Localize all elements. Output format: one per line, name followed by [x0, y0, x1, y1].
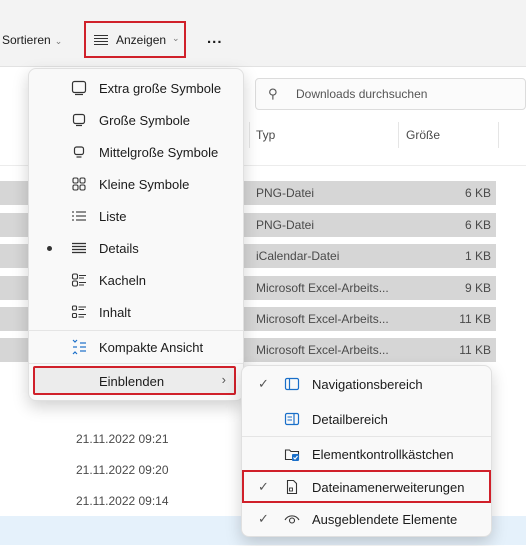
- highlight-frame: [242, 470, 491, 503]
- monitor-icon: [72, 113, 86, 127]
- menu-item-label: Große Symbole: [99, 113, 191, 128]
- show-submenu: ✓ Navigationsbereich Detailbereich Eleme…: [241, 365, 492, 537]
- menu-item-compact-view[interactable]: Kompakte Ansicht: [29, 332, 243, 362]
- file-size: 6 KB: [464, 186, 491, 200]
- file-type: iCalendar-Datei: [256, 249, 340, 263]
- search-placeholder: Downloads durchsuchen: [296, 87, 428, 101]
- file-size: 6 KB: [464, 218, 491, 232]
- check-icon: ✓: [258, 376, 269, 391]
- menu-item-details[interactable]: Details: [29, 233, 243, 263]
- file-size: 11 KB: [459, 312, 491, 326]
- view-menu: Extra große Symbole Große Symbole Mittel…: [28, 68, 244, 401]
- menu-item-list[interactable]: Liste: [29, 201, 243, 231]
- file-date: 21.11.2022 09:21: [76, 432, 169, 446]
- tiles-icon: [71, 273, 86, 287]
- menu-item-show[interactable]: Einblenden ›: [33, 366, 236, 395]
- submenu-item-label: Detailbereich: [312, 412, 388, 427]
- menu-item-label: Einblenden: [99, 374, 165, 389]
- compact-icon: [72, 339, 86, 355]
- chevron-down-icon: ⌄: [172, 33, 180, 43]
- submenu-item-hidden-items[interactable]: ✓ Ausgeblendete Elemente: [242, 504, 491, 534]
- view-lines-icon: [94, 35, 108, 47]
- menu-item-large-icons[interactable]: Große Symbole: [29, 105, 243, 135]
- sort-button[interactable]: Sortieren ⌄: [2, 33, 62, 47]
- grid-icon: [72, 177, 86, 191]
- menu-item-extra-large-icons[interactable]: Extra große Symbole: [29, 73, 243, 103]
- selected-dot-icon: [47, 246, 52, 251]
- file-date: 21.11.2022 09:20: [76, 463, 169, 477]
- file-type: PNG-Datei: [256, 186, 315, 200]
- file-size: 9 KB: [464, 281, 491, 295]
- view-label: Anzeigen: [116, 33, 167, 47]
- menu-item-tiles[interactable]: Kacheln: [29, 265, 243, 295]
- menu-item-label: Kleine Symbole: [99, 177, 190, 192]
- monitor-icon: [73, 146, 85, 158]
- column-divider[interactable]: [398, 122, 399, 148]
- column-divider[interactable]: [498, 122, 499, 148]
- menu-item-label: Extra große Symbole: [99, 81, 222, 96]
- menu-item-label: Kompakte Ansicht: [99, 340, 204, 355]
- menu-divider: [29, 330, 243, 331]
- file-type: PNG-Datei: [256, 218, 315, 232]
- file-date: 21.11.2022 09:14: [76, 494, 169, 508]
- menu-item-label: Inhalt: [99, 305, 131, 320]
- submenu-item-label: Elementkontrollkästchen: [312, 447, 454, 462]
- column-header-type[interactable]: Typ: [256, 128, 275, 142]
- submenu-item-navigation-pane[interactable]: ✓ Navigationsbereich: [242, 369, 491, 399]
- menu-item-content[interactable]: Inhalt: [29, 297, 243, 327]
- details-pane-icon: [284, 412, 300, 426]
- submenu-item-details-pane[interactable]: Detailbereich: [242, 404, 491, 434]
- menu-divider: [242, 436, 491, 437]
- search-icon: ⚲: [268, 86, 278, 101]
- details-icon: [72, 242, 86, 254]
- more-options-button[interactable]: ...: [207, 30, 223, 47]
- menu-item-label: Mittelgroße Symbole: [99, 145, 219, 160]
- eye-icon: [284, 515, 300, 524]
- file-size: 1 KB: [464, 249, 491, 263]
- submenu-item-item-checkboxes[interactable]: Elementkontrollkästchen: [242, 439, 491, 469]
- sort-label: Sortieren: [2, 33, 51, 47]
- chevron-right-icon: ›: [221, 372, 226, 387]
- file-type: Microsoft Excel-Arbeits...: [256, 312, 389, 326]
- menu-divider: [29, 363, 243, 364]
- file-type: Microsoft Excel-Arbeits...: [256, 281, 389, 295]
- command-bar: Sortieren ⌄ Anzeigen ⌄ ...: [0, 0, 526, 66]
- content-icon: [71, 305, 86, 319]
- menu-item-label: Liste: [99, 209, 127, 224]
- search-box[interactable]: ⚲ Downloads durchsuchen: [255, 78, 526, 110]
- menu-item-medium-icons[interactable]: Mittelgroße Symbole: [29, 137, 243, 167]
- navigation-pane-icon: [284, 377, 300, 391]
- monitor-icon: [71, 80, 87, 96]
- submenu-item-label: Ausgeblendete Elemente: [312, 512, 458, 527]
- file-type: Microsoft Excel-Arbeits...: [256, 343, 389, 357]
- column-header-size[interactable]: Größe: [406, 128, 440, 142]
- view-button[interactable]: Anzeigen ⌄: [84, 21, 186, 58]
- column-divider[interactable]: [249, 122, 250, 148]
- menu-item-label: Details: [99, 241, 139, 256]
- submenu-item-label: Navigationsbereich: [312, 377, 423, 392]
- checkbox-icon: [284, 449, 300, 461]
- list-icon: [72, 211, 86, 221]
- chevron-down-icon: ⌄: [54, 36, 63, 46]
- check-icon: ✓: [258, 511, 269, 526]
- menu-item-label: Kacheln: [99, 273, 146, 288]
- file-size: 11 KB: [459, 343, 491, 357]
- menu-item-small-icons[interactable]: Kleine Symbole: [29, 169, 243, 199]
